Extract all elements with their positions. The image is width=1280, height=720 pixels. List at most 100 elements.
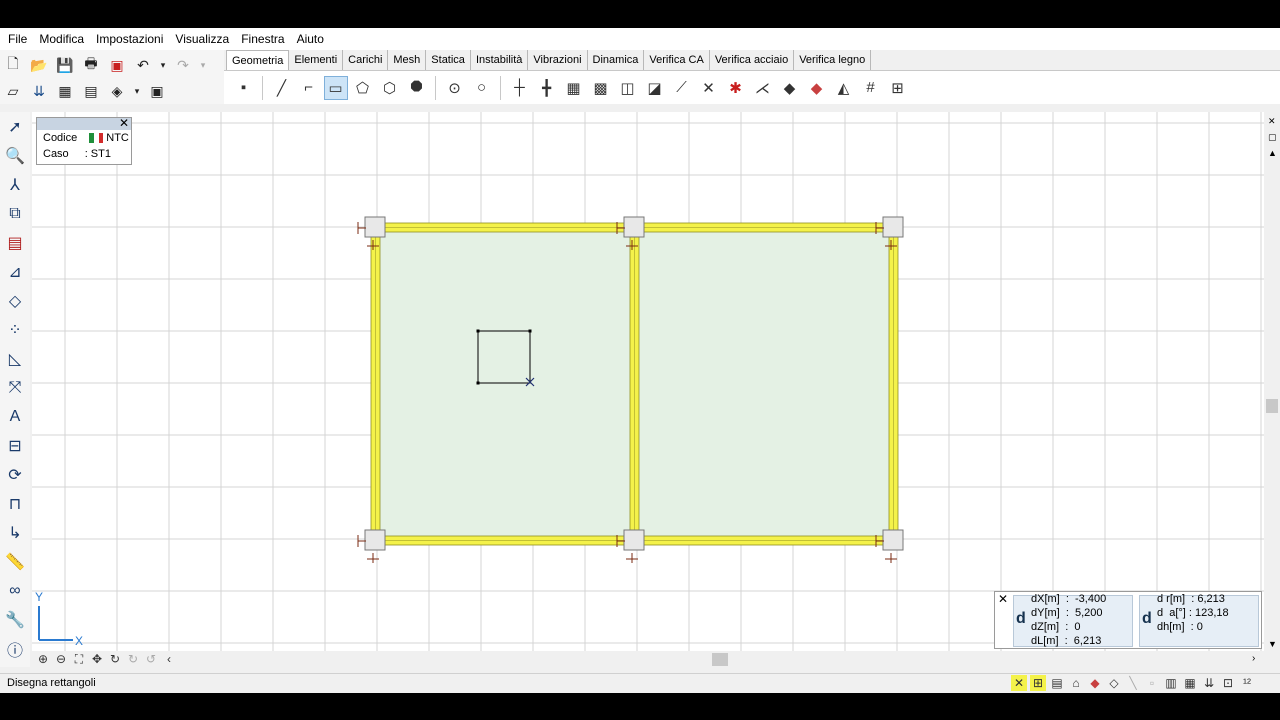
line-tool-icon[interactable]: ╱ [270,76,294,100]
close-view-icon[interactable]: ✕ [1268,116,1276,127]
tab-dinamica[interactable]: Dinamica [587,50,645,70]
close-icon[interactable]: ✕ [119,116,129,130]
menu-finestra[interactable]: Finestra [235,28,290,50]
new-file-icon[interactable]: 🗋 [2,54,24,76]
circle-tool-icon[interactable]: ○ [470,76,494,100]
colors-icon[interactable]: ▤ [0,228,30,257]
tab-verifica-ca[interactable]: Verifica CA [644,50,710,70]
frame-grid-icon[interactable]: ⊞ [886,76,910,100]
point-tool-icon[interactable]: ▪ [232,76,256,100]
snap-level-icon[interactable]: ¹² [1239,675,1255,691]
rectangle-tool-icon[interactable]: ▭ [323,75,348,100]
hash-grid-icon[interactable]: # [859,76,883,100]
dimension-icon[interactable]: ⊿ [0,257,30,286]
wrench-icon[interactable]: 🔧 [0,605,30,634]
nodes-grid-icon[interactable]: ⁘ [0,315,30,344]
tab-mesh[interactable]: Mesh [388,50,427,70]
layers-icon[interactable]: ▱ [2,80,24,102]
scroll-up-icon[interactable]: ▲ [1268,148,1277,158]
diagonal-line-icon[interactable]: ⟋ [670,76,694,100]
vertical-scroll-thumb[interactable] [1266,399,1278,413]
scroll-down-icon[interactable]: ▼ [1268,639,1277,649]
horizontal-scrollbar[interactable]: › [32,651,1264,669]
tab-instabilita[interactable]: Instabilità [470,50,529,70]
close-icon[interactable]: ✕ [998,592,1008,606]
connect-icon[interactable]: ⤧ [0,373,30,402]
menu-file[interactable]: File [2,28,33,50]
undo-icon[interactable]: ↶ [132,54,154,76]
snap-frame-icon[interactable]: ⌂ [1068,675,1084,691]
polyline-tool-icon[interactable]: ⌐ [297,76,321,100]
zoom-icon[interactable]: 🔍 [0,141,30,170]
arrows-down-icon[interactable]: ⇊ [1201,675,1217,691]
scroll-left-icon[interactable]: ‹ [160,652,178,667]
axes-icon[interactable]: ⅄ [0,170,30,199]
split-lines-icon[interactable]: ╋ [535,76,559,100]
scroll-right-icon[interactable]: › [1252,653,1255,664]
preview-icon[interactable]: ▣ [146,80,168,102]
print-icon[interactable]: 🖶 [80,54,102,76]
select-arrow-icon[interactable]: ➚ [0,112,30,141]
tab-carichi[interactable]: Carichi [343,50,389,70]
snap-cross-icon[interactable]: ✕ [1011,675,1027,691]
extrude-icon[interactable]: ◭ [832,76,856,100]
pdf-icon[interactable]: ▣ [106,54,128,76]
drawing-canvas[interactable]: Y X [32,112,1264,656]
rotate-view-3-icon[interactable]: ↺ [142,652,160,667]
glasses-icon[interactable]: ∞ [0,576,30,605]
cross-lines-icon[interactable]: ⋌ [751,76,775,100]
save-icon[interactable]: 💾 [54,54,76,76]
zoom-in-icon[interactable]: ⊕ [34,652,52,667]
level-icon[interactable]: ⇊ [28,80,50,102]
copy-icon[interactable]: ⧉ [0,199,30,228]
pan-icon[interactable]: ✥ [88,652,106,667]
solid-red-icon[interactable]: ◆ [805,76,829,100]
snap-node-icon[interactable]: ◇ [1106,675,1122,691]
tab-vibrazioni[interactable]: Vibrazioni [528,50,588,70]
zoom-out-icon[interactable]: ⊖ [52,652,70,667]
redo-icon[interactable]: ↷ [172,54,194,76]
mesh-grid-icon[interactable]: ▩ [589,76,613,100]
undo-dropdown-icon[interactable]: ▾ [158,54,168,76]
stack-dropdown-icon[interactable]: ▾ [132,80,142,102]
polygon-tool-icon[interactable]: ⬠ [351,76,375,100]
delete-node-icon[interactable]: ✱ [724,76,748,100]
open-folder-icon[interactable]: 📂 [28,54,50,76]
octagon-tool-icon[interactable]: ⯃ [405,76,429,100]
offset-icon[interactable]: ↳ [0,518,30,547]
snap-line-icon[interactable]: ╲ [1125,675,1141,691]
zoom-extents-icon[interactable]: ⛶ [70,652,88,667]
tab-verifica-acciaio[interactable]: Verifica acciaio [709,50,795,70]
circle-center-tool-icon[interactable]: ⊙ [443,76,467,100]
hexagon-tool-icon[interactable]: ⬡ [378,76,402,100]
table-view-icon[interactable]: ▦ [1182,675,1198,691]
snap-grid-icon[interactable]: ⊞ [1030,675,1046,691]
skew-grid-2-icon[interactable]: ◪ [643,76,667,100]
triangle-ruler-icon[interactable]: ◺ [0,344,30,373]
grid-tool-icon[interactable]: ▦ [562,76,586,100]
table-icon[interactable]: ▦ [54,80,76,102]
section-icon[interactable]: ⊟ [0,431,30,460]
snap-color-icon[interactable]: ◆ [1087,675,1103,691]
cross-icon[interactable]: ✕ [697,76,721,100]
vertical-scrollbar[interactable]: ✕ ▢ ▲ ▼ [1264,112,1280,652]
tab-verifica-legno[interactable]: Verifica legno [794,50,872,70]
menu-visualizza[interactable]: Visualizza [169,28,235,50]
menu-impostazioni[interactable]: Impostazioni [90,28,169,50]
snap-paste-icon[interactable]: ⊡ [1220,675,1236,691]
rotate-view-icon[interactable]: ↻ [106,652,124,667]
rotate-view-2-icon[interactable]: ↻ [124,652,142,667]
list-icon[interactable]: ▤ [80,80,102,102]
snap-layers-icon[interactable]: ▤ [1049,675,1065,691]
measure-icon[interactable]: 📏 [0,547,30,576]
intersect-lines-icon[interactable]: ┼ [508,76,532,100]
menu-aiuto[interactable]: Aiuto [291,28,330,50]
skew-grid-icon[interactable]: ◫ [616,76,640,100]
snap-box-icon[interactable]: ▫ [1144,675,1160,691]
horizontal-scroll-thumb[interactable] [712,653,728,666]
text-tool-icon[interactable]: A [0,402,30,431]
solid-icon[interactable]: ◆ [778,76,802,100]
rotate-icon[interactable]: ⟳ [0,460,30,489]
tab-statica[interactable]: Statica [426,50,471,70]
node-icon[interactable]: ◇ [0,286,30,315]
